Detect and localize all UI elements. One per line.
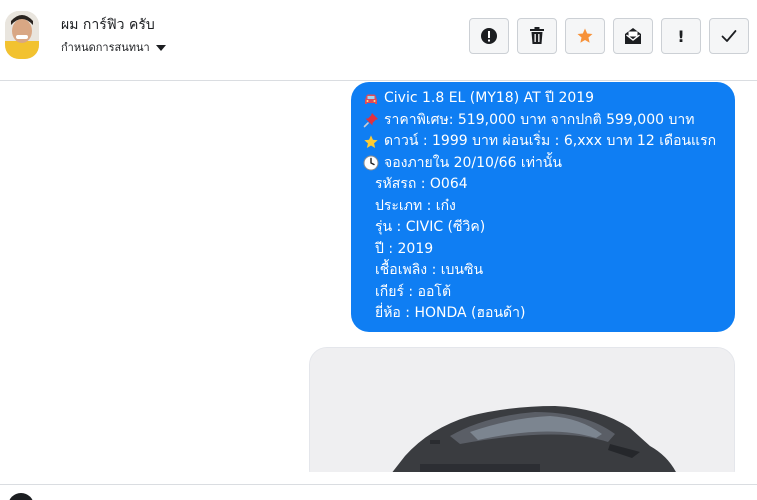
- check-icon: [721, 30, 737, 42]
- message-text: รหัสรถ : O064: [375, 176, 468, 192]
- spam-button[interactable]: [469, 18, 509, 54]
- mark-unread-button[interactable]: [613, 18, 653, 54]
- message-composer[interactable]: [0, 484, 757, 500]
- message-thread[interactable]: Civic 1.8 EL (MY18) AT ปี 2019 ราคาพิเศษ…: [0, 81, 757, 472]
- message-line-brand: ยี่ห้อ : HONDA (ฮอนด้า): [363, 303, 723, 325]
- message-text: ราคาพิเศษ: 519,000 บาท จากปกติ 599,000 บ…: [384, 111, 695, 128]
- star-button[interactable]: [565, 18, 605, 54]
- message-line-gear: เกียร์ : ออโต้: [363, 282, 723, 304]
- message-text: Civic 1.8 EL (MY18) AT ปี 2019: [384, 90, 595, 106]
- message-text: จองภายใน 20/10/66 เท่านั้น: [384, 154, 562, 171]
- contact-name: ผม การ์ฟิว ครับ: [61, 17, 155, 33]
- message-line-year: ปี : 2019: [363, 239, 723, 261]
- follow-up-button[interactable]: !: [661, 18, 701, 54]
- clock-icon: [363, 155, 379, 171]
- assign-conversation-label: กำหนดการสนทนา: [61, 41, 150, 54]
- conversation-header: ผม การ์ฟิว ครับ กำหนดการสนทนา !: [0, 0, 757, 81]
- message-line-fuel: เชื้อเพลิง : เบนซิน: [363, 260, 723, 282]
- star-icon: [577, 28, 593, 43]
- envelope-icon: [625, 28, 641, 44]
- car-photo-attachment[interactable]: [309, 347, 735, 472]
- pushpin-icon: [363, 112, 379, 128]
- message-text: เชื้อเพลิง : เบนซิน: [375, 262, 484, 278]
- message-line-price: ราคาพิเศษ: 519,000 บาท จากปกติ 599,000 บ…: [363, 110, 723, 132]
- caret-down-icon: [155, 44, 166, 51]
- assign-conversation-dropdown[interactable]: กำหนดการสนทนา: [61, 38, 166, 56]
- message-text: ประเภท : เก๋ง: [375, 197, 456, 214]
- message-line-code: รหัสรถ : O064: [363, 174, 723, 196]
- message-line-model: Civic 1.8 EL (MY18) AT ปี 2019: [363, 88, 723, 110]
- message-text: รุ่น : CIVIC (ซีวิค): [375, 219, 486, 235]
- delete-button[interactable]: [517, 18, 557, 54]
- message-text: ยี่ห้อ : HONDA (ฮอนด้า): [375, 305, 526, 321]
- alert-circle-icon: [481, 28, 497, 44]
- message-line-down-payment: ดาวน์ : 1999 บาท ผ่อนเริ่ม : 6,xxx บาท 1…: [363, 131, 723, 153]
- message-bubble[interactable]: Civic 1.8 EL (MY18) AT ปี 2019 ราคาพิเศษ…: [351, 82, 735, 332]
- trash-icon: [530, 27, 544, 44]
- contact-avatar[interactable]: [5, 11, 39, 59]
- conversation-toolbar: !: [469, 18, 749, 54]
- message-line-type: ประเภท : เก๋ง: [363, 196, 723, 218]
- mark-done-button[interactable]: [709, 18, 749, 54]
- star-icon: [363, 134, 379, 150]
- message-line-deadline: จองภายใน 20/10/66 เท่านั้น: [363, 153, 723, 175]
- message-text: ปี : 2019: [375, 240, 434, 257]
- car-icon: [363, 91, 379, 107]
- message-text: เกียร์ : ออโต้: [375, 283, 452, 300]
- message-text: ดาวน์ : 1999 บาท ผ่อนเริ่ม : 6,xxx บาท 1…: [384, 133, 717, 149]
- exclamation-icon: !: [677, 26, 685, 46]
- message-line-series: รุ่น : CIVIC (ซีวิค): [363, 217, 723, 239]
- composer-avatar: [8, 493, 34, 500]
